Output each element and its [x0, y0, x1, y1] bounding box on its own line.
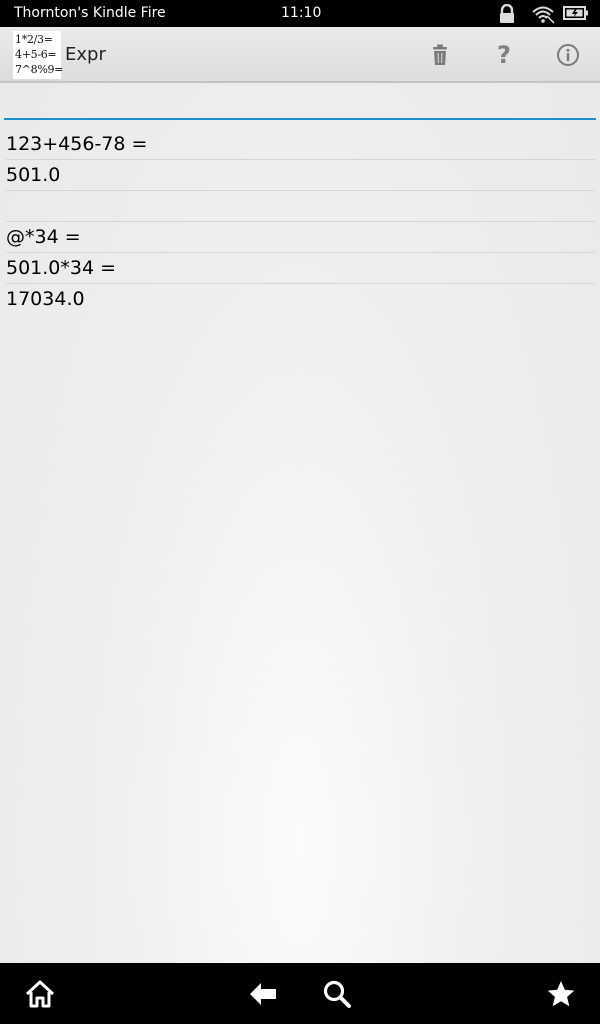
- app-logo: 1*2/3= 4+5-6= 7^8%9=: [13, 31, 64, 79]
- help-button[interactable]: ?: [486, 37, 522, 73]
- history-list: 123+456-78 = 501.0 @*34 = 501.0*34 = 170…: [0, 129, 600, 315]
- back-icon: [250, 983, 276, 1005]
- history-line[interactable]: [6, 191, 595, 222]
- action-bar: 1*2/3= 4+5-6= 7^8%9= Expr ?: [0, 27, 600, 83]
- home-icon: [25, 980, 55, 1008]
- nav-bar: [0, 963, 600, 1024]
- app-title: Expr: [65, 44, 106, 65]
- favorites-button[interactable]: [544, 977, 578, 1011]
- clock: 11:10: [281, 5, 322, 21]
- history-line[interactable]: 123+456-78 =: [6, 129, 595, 160]
- history-line[interactable]: 501.0*34 =: [6, 253, 595, 284]
- search-icon: [323, 980, 351, 1008]
- history-line[interactable]: @*34 =: [6, 222, 595, 253]
- search-button[interactable]: [320, 977, 354, 1011]
- back-button[interactable]: [246, 977, 280, 1011]
- info-icon: [557, 44, 579, 66]
- history-line[interactable]: 501.0: [6, 160, 595, 191]
- app-logo-line: 7^8%9=: [15, 63, 64, 76]
- wifi-icon: [531, 4, 555, 28]
- info-button[interactable]: [550, 37, 586, 73]
- app-logo-line: 4+5-6=: [15, 48, 57, 61]
- expression-input[interactable]: [4, 88, 596, 120]
- app-logo-line: 1*2/3=: [15, 33, 53, 46]
- trash-icon: [433, 44, 447, 65]
- lock-icon[interactable]: [498, 3, 516, 28]
- favorites-icon: [547, 981, 575, 1007]
- help-icon: ?: [497, 41, 511, 69]
- device-name: Thornton's Kindle Fire: [14, 5, 166, 21]
- history-line[interactable]: 17034.0: [6, 284, 595, 315]
- status-bar: Thornton's Kindle Fire 11:10: [0, 0, 600, 27]
- battery-icon: [563, 4, 589, 26]
- clear-history-button[interactable]: [422, 37, 458, 73]
- home-button[interactable]: [23, 977, 57, 1011]
